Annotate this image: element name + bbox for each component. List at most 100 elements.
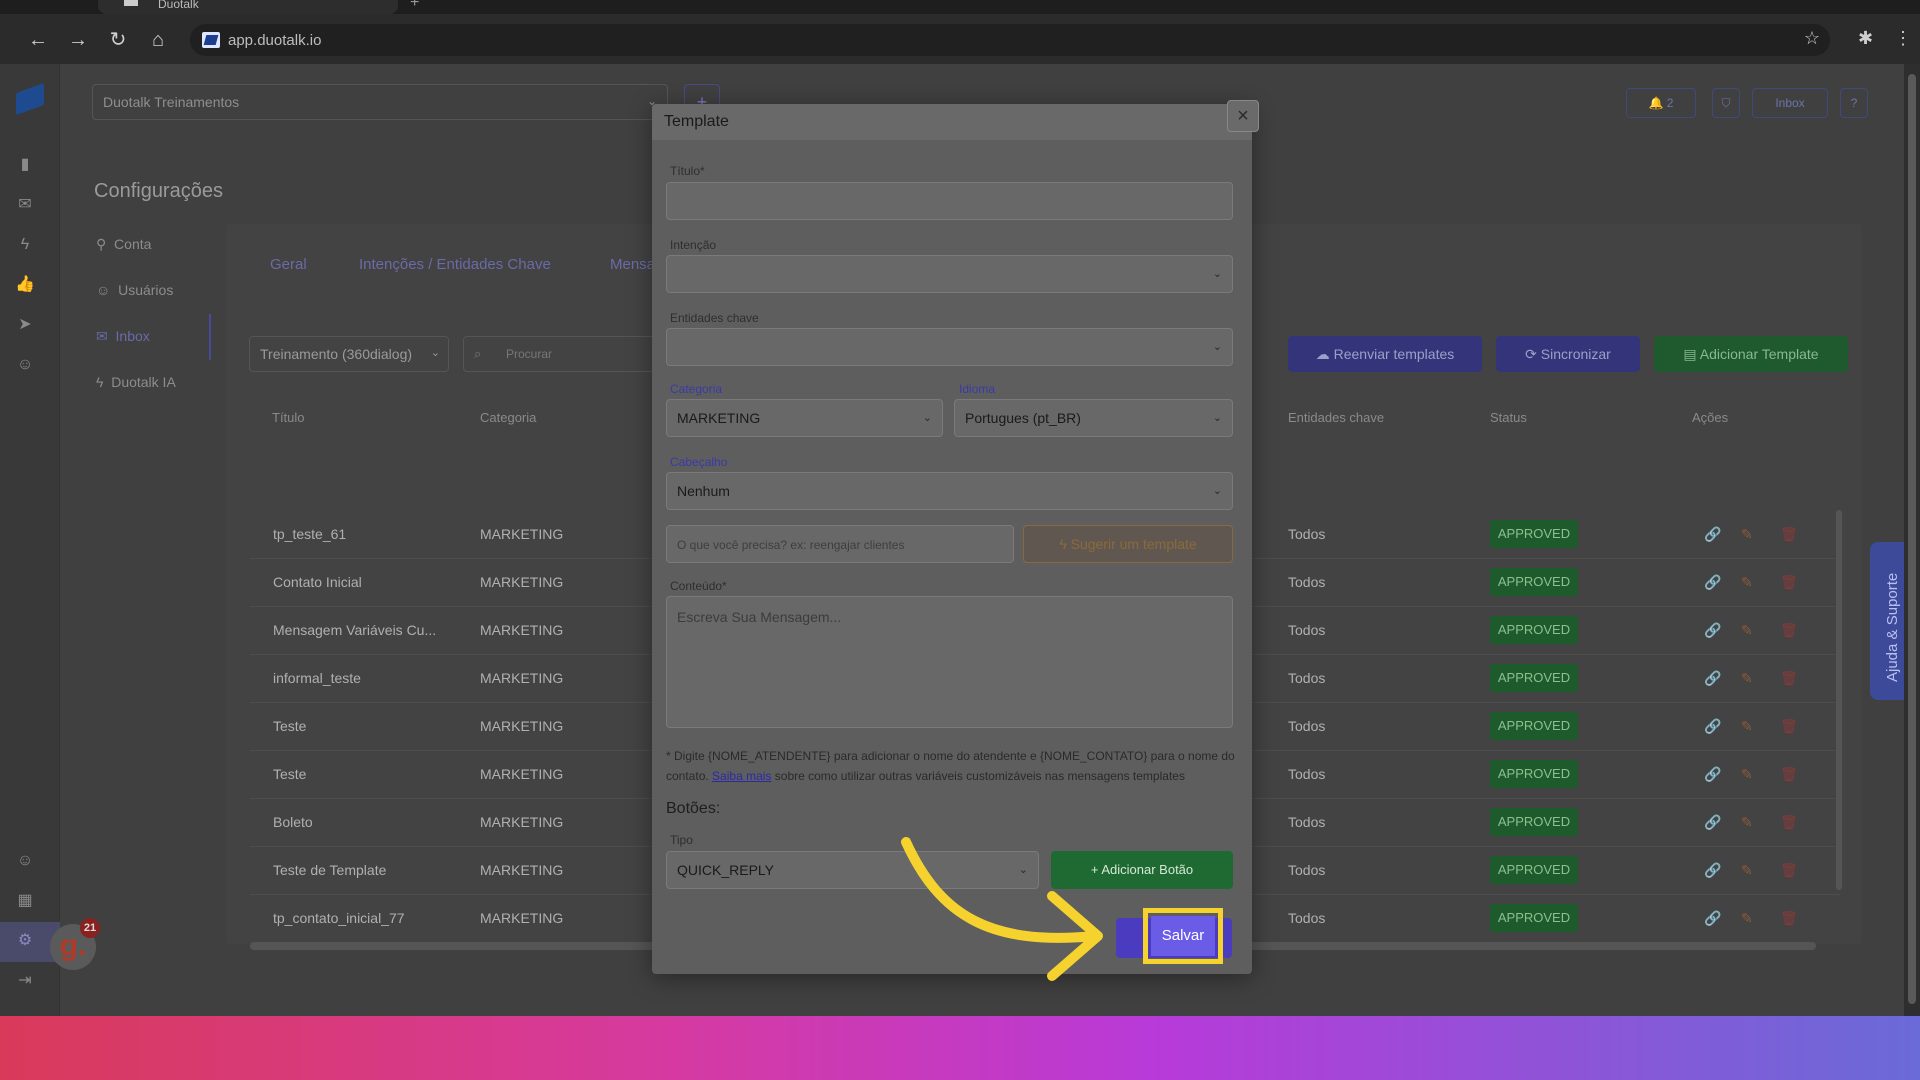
tab-mensagens[interactable]: Mensa <box>610 256 655 273</box>
apps-grid-icon[interactable]: ▦ <box>14 890 36 912</box>
copy-link-icon[interactable]: 🔗 <box>1704 526 1721 543</box>
dashboard-chart-icon[interactable]: ▮ <box>14 154 36 176</box>
users-icon: ☺ <box>96 282 111 298</box>
header-select[interactable]: Nenhum ⌄ <box>666 472 1233 510</box>
intent-select[interactable]: ⌄ <box>666 255 1233 293</box>
table-cell-category: MARKETING <box>480 574 564 590</box>
suggest-template-button[interactable]: ϟ Sugerir um template <box>1023 525 1233 563</box>
trash-icon[interactable]: 🗑 <box>1780 574 1798 591</box>
page-scrollbar-thumb[interactable] <box>1908 74 1916 1004</box>
resend-templates-button[interactable]: ☁ Reenviar templates <box>1288 336 1482 372</box>
table-cell-category: MARKETING <box>480 814 564 830</box>
notifications-button[interactable]: 🔔 2 <box>1626 88 1696 118</box>
title-input[interactable] <box>666 182 1233 220</box>
edit-icon[interactable]: ✎ <box>1741 574 1753 591</box>
submenu-label: Duotalk IA <box>111 374 176 390</box>
inbox-icon[interactable]: ✉ <box>14 194 36 216</box>
copy-link-icon[interactable]: 🔗 <box>1704 862 1721 879</box>
table-cell-entities: Todos <box>1288 766 1326 782</box>
sync-button[interactable]: ⟳ Sincronizar <box>1496 336 1640 372</box>
ai-prompt-placeholder: O que você precisa? ex: reengajar client… <box>677 538 905 552</box>
home-icon[interactable]: ⌂ <box>146 28 170 52</box>
sidebar: ▮ ✉ ϟ 👍 ➤ ☺ ☺ ▦ ⚙ ⇥ <box>0 64 60 1016</box>
ai-prompt-input[interactable]: O que você precisa? ex: reengajar client… <box>666 525 1014 563</box>
language-select[interactable]: Portugues (pt_BR) ⌄ <box>954 399 1233 437</box>
duotalk-logo[interactable] <box>12 84 48 116</box>
trash-icon[interactable]: 🗑 <box>1780 910 1798 927</box>
channel-filter-select[interactable]: Treinamento (360dialog) ⌄ <box>249 336 449 372</box>
trash-icon[interactable]: 🗑 <box>1780 718 1798 735</box>
column-header-title: Título <box>272 410 305 425</box>
learn-more-link[interactable]: Saiba mais <box>712 769 771 783</box>
trash-icon[interactable]: 🗑 <box>1780 670 1798 687</box>
tab-geral[interactable]: Geral <box>270 256 307 273</box>
back-icon[interactable]: ← <box>26 28 50 52</box>
new-tab-icon[interactable]: + <box>410 0 419 12</box>
submenu-label: Usuários <box>118 282 174 298</box>
trash-icon[interactable]: 🗑 <box>1780 526 1798 543</box>
submenu-active-indicator <box>209 314 211 360</box>
search-input[interactable]: ⌕ Procurar <box>463 336 663 372</box>
edit-icon[interactable]: ✎ <box>1741 766 1753 783</box>
submenu-item-duotalk-ia[interactable]: ϟ Duotalk IA <box>96 374 176 390</box>
trash-icon[interactable]: 🗑 <box>1780 862 1798 879</box>
edit-icon[interactable]: ✎ <box>1741 670 1753 687</box>
copy-link-icon[interactable]: 🔗 <box>1704 910 1721 927</box>
submenu-item-usuarios[interactable]: ☺ Usuários <box>96 282 173 298</box>
bookmark-star-icon[interactable]: ☆ <box>1804 28 1820 49</box>
edit-icon[interactable]: ✎ <box>1741 910 1753 927</box>
contacts-icon[interactable]: ☺ <box>14 354 36 376</box>
table-vertical-scrollbar[interactable] <box>1836 510 1842 890</box>
trash-icon[interactable]: 🗑 <box>1780 622 1798 639</box>
reload-icon[interactable]: ↻ <box>106 28 130 52</box>
entities-select[interactable]: ⌄ <box>666 328 1233 366</box>
suggest-template-label: Sugerir um template <box>1070 536 1197 552</box>
automation-bolt-icon[interactable]: ϟ <box>14 234 36 256</box>
hint-text-continued: sobre como utilizar outras variáveis cus… <box>774 769 1185 783</box>
trash-icon[interactable]: 🗑 <box>1780 814 1798 831</box>
table-cell-category: MARKETING <box>480 622 564 638</box>
copy-link-icon[interactable]: 🔗 <box>1704 718 1721 735</box>
site-favicon-icon <box>202 32 220 48</box>
copy-link-icon[interactable]: 🔗 <box>1704 814 1721 831</box>
trash-icon[interactable]: 🗑 <box>1780 766 1798 783</box>
header-label: Cabeçalho <box>670 455 728 469</box>
page-scrollbar[interactable] <box>1904 64 1920 1016</box>
settings-gear-icon[interactable]: ⚙ <box>14 930 36 952</box>
inbox-top-button[interactable]: Inbox <box>1752 88 1828 118</box>
edit-icon[interactable]: ✎ <box>1741 862 1753 879</box>
submenu-item-conta[interactable]: ⚲ Conta <box>96 236 151 253</box>
shield-button[interactable]: ⛉ <box>1712 88 1740 118</box>
help-button[interactable]: ? <box>1840 88 1868 118</box>
submenu-item-inbox[interactable]: ✉ Inbox <box>96 328 150 345</box>
thumbs-up-icon[interactable]: 👍 <box>14 274 36 296</box>
highlight-box <box>1143 908 1223 964</box>
edit-icon[interactable]: ✎ <box>1741 718 1753 735</box>
extensions-icon[interactable]: ✱ <box>1858 28 1873 49</box>
browser-tab[interactable]: Duotalk <box>98 0 398 14</box>
copy-link-icon[interactable]: 🔗 <box>1704 622 1721 639</box>
tab-intencoes[interactable]: Intenções / Entidades Chave <box>359 256 551 273</box>
add-button-button[interactable]: + Adicionar Botão <box>1051 851 1233 889</box>
edit-icon[interactable]: ✎ <box>1741 814 1753 831</box>
content-textarea[interactable]: Escreva Sua Mensagem... <box>666 596 1233 728</box>
browser-menu-icon[interactable]: ⋮ <box>1894 28 1912 49</box>
copy-link-icon[interactable]: 🔗 <box>1704 574 1721 591</box>
copy-link-icon[interactable]: 🔗 <box>1704 670 1721 687</box>
add-template-button[interactable]: ▤ Adicionar Template <box>1654 336 1848 372</box>
address-bar[interactable]: app.duotalk.io ☆ <box>190 24 1830 56</box>
copy-link-icon[interactable]: 🔗 <box>1704 766 1721 783</box>
category-select[interactable]: MARKETING ⌄ <box>666 399 943 437</box>
search-icon: ⌕ <box>474 346 482 361</box>
edit-icon[interactable]: ✎ <box>1741 526 1753 543</box>
profile-icon[interactable]: ☺ <box>14 850 36 872</box>
logout-icon[interactable]: ⇥ <box>14 970 36 992</box>
workspace-select[interactable]: Duotalk Treinamentos ⌄ <box>92 84 668 120</box>
send-icon[interactable]: ➤ <box>14 314 36 336</box>
forward-icon[interactable]: → <box>66 28 90 52</box>
button-type-select[interactable]: QUICK_REPLY ⌄ <box>666 851 1039 889</box>
modal-close-button[interactable]: × <box>1227 100 1259 132</box>
table-cell-category: MARKETING <box>480 718 564 734</box>
user-avatar[interactable]: g. 21 <box>50 918 100 970</box>
edit-icon[interactable]: ✎ <box>1741 622 1753 639</box>
